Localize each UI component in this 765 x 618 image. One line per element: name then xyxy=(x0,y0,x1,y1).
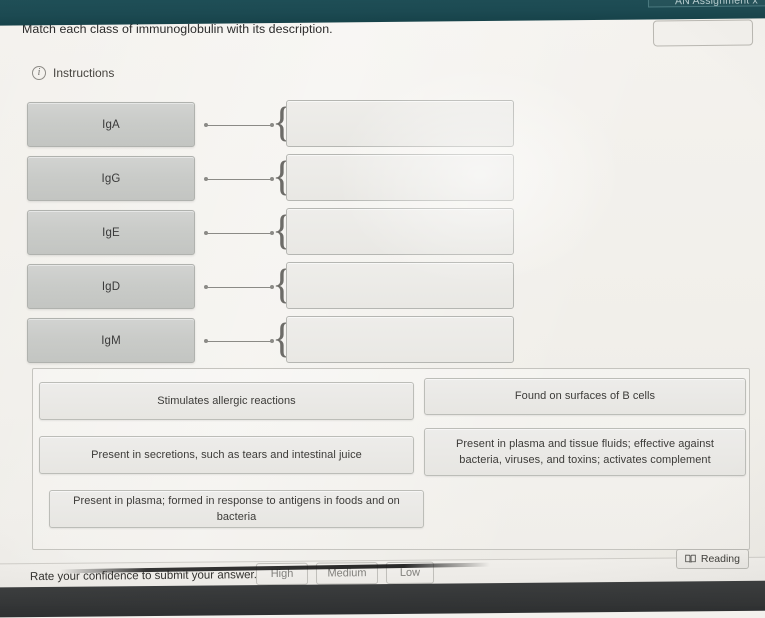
drop-slot-igd[interactable] xyxy=(286,262,514,309)
chrome-secondary-box xyxy=(652,19,754,47)
curly-brace-icon: { xyxy=(272,316,293,362)
match-row: IgG { xyxy=(0,152,765,206)
screen-bezel xyxy=(0,580,765,618)
drop-slot-igg[interactable] xyxy=(286,154,514,201)
match-row: IgA { xyxy=(0,98,765,152)
term-tile-iga[interactable]: IgA xyxy=(27,102,195,147)
connector-stroke xyxy=(205,124,273,126)
browser-tab-label: AN Assignment x xyxy=(674,0,758,8)
instructions-label: Instructions xyxy=(53,66,115,80)
term-tile-igm[interactable]: IgM xyxy=(27,318,195,363)
connector-stroke xyxy=(205,232,273,234)
curly-brace-icon: { xyxy=(272,100,293,146)
connector-line xyxy=(204,122,274,128)
drop-slot-ige[interactable] xyxy=(286,208,514,255)
connector-line xyxy=(204,176,274,182)
instructions-link[interactable]: i Instructions xyxy=(32,66,114,80)
answer-tile[interactable]: Present in plasma; formed in response to… xyxy=(49,490,424,528)
match-row: IgD { xyxy=(0,260,765,314)
term-tile-ige[interactable]: IgE xyxy=(27,210,195,255)
curly-brace-icon: { xyxy=(272,262,293,308)
info-circle-icon: i xyxy=(32,66,46,80)
drop-slot-igm[interactable] xyxy=(286,316,514,363)
reading-button[interactable]: Reading xyxy=(675,549,749,569)
drop-slot-iga[interactable] xyxy=(286,100,514,147)
answer-tile[interactable]: Stimulates allergic reactions xyxy=(39,382,414,420)
term-tile-igg[interactable]: IgG xyxy=(27,156,195,201)
match-row: IgE { xyxy=(0,206,765,260)
matching-area: IgA { IgG { IgE {IgD {IgM { xyxy=(0,98,765,368)
match-row: IgM { xyxy=(0,314,765,368)
browser-chrome-bar: AN Assignment x xyxy=(0,0,765,26)
curly-brace-icon: { xyxy=(272,154,293,200)
connector-stroke xyxy=(205,178,273,180)
answer-tile[interactable]: Found on surfaces of B cells xyxy=(424,378,746,415)
page-surface: AN Assignment x Match each class of immu… xyxy=(0,0,765,618)
book-icon xyxy=(685,554,696,563)
answer-bank-panel: Stimulates allergic reactions Found on s… xyxy=(32,368,750,550)
reading-label: Reading xyxy=(700,553,740,565)
connector-line xyxy=(204,284,274,290)
term-tile-igd[interactable]: IgD xyxy=(27,264,195,309)
answer-tile[interactable]: Present in plasma and tissue fluids; eff… xyxy=(424,428,746,476)
connector-line xyxy=(204,338,274,344)
answer-tile[interactable]: Present in secretions, such as tears and… xyxy=(39,436,414,474)
curly-brace-icon: { xyxy=(272,208,293,254)
connector-stroke xyxy=(205,286,273,288)
connector-line xyxy=(204,230,274,236)
connector-stroke xyxy=(205,340,273,342)
